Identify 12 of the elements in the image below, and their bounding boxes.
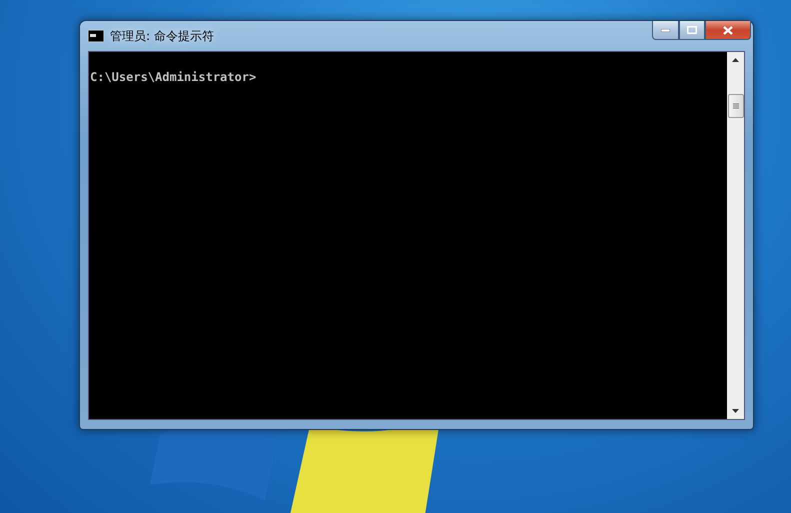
maximize-icon: [687, 26, 697, 34]
scroll-up-icon[interactable]: [732, 58, 739, 62]
close-icon: [723, 26, 733, 34]
maximize-button[interactable]: [679, 21, 705, 40]
console-icon: [88, 30, 104, 42]
minimize-button[interactable]: [652, 21, 679, 40]
console-line: C:\Users\Administrator>: [90, 70, 258, 84]
scroll-thumb[interactable]: [728, 94, 744, 118]
close-button[interactable]: [705, 21, 751, 40]
minimize-icon: [661, 28, 670, 32]
scroll-down-icon[interactable]: [732, 409, 739, 413]
window-title: 管理员: 命令提示符: [110, 28, 214, 44]
